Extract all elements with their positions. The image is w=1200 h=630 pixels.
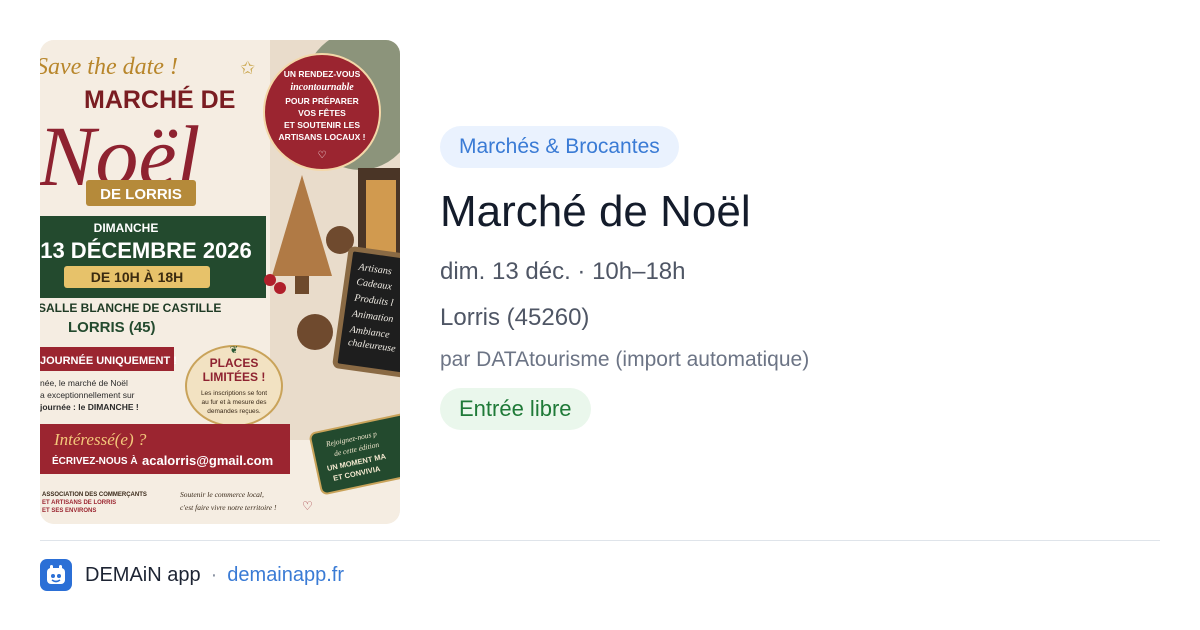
places-title-1: PLACES — [210, 356, 259, 370]
poster-dimanche: DIMANCHE — [94, 221, 159, 235]
holly-icon: ❦ — [230, 345, 238, 356]
poster-town: LORRIS (45) — [68, 319, 156, 336]
bubble-line-3: POUR PRÉPARER — [285, 96, 359, 106]
demain-logo-icon[interactable] — [40, 559, 72, 591]
heart-icon: ♡ — [318, 150, 327, 161]
poster-artwork: Save the date ! ✩ MARCHÉ DE Noël DE LORR… — [40, 40, 400, 524]
bubble-line-4: VOS FÊTES — [298, 107, 346, 118]
assoc-line-2: ET ARTISANS DE LORRIS — [42, 500, 116, 506]
bubble-line-6: ARTISANS LOCAUX ! — [279, 132, 366, 142]
app-name: DEMAiN app — [85, 563, 201, 586]
bubble-line-1: UN RENDEZ-VOUS — [284, 69, 361, 79]
poster-save-the-date: Save the date ! — [40, 54, 178, 80]
event-organizer: par DATAtourisme (import automatique) — [440, 348, 810, 371]
places-line-2: au fur et à mesure des — [201, 399, 267, 406]
poster-hours: DE 10H À 18H — [91, 269, 184, 285]
places-line-1: Les inscriptions se font — [201, 390, 267, 397]
event-location: Lorris (45260) — [440, 304, 590, 331]
footer: DEMAiN app · demainapp.fr — [40, 558, 344, 592]
poster-de-lorris: DE LORRIS — [100, 186, 182, 203]
heart-icon-2: ♡ — [302, 499, 313, 513]
event-poster-image[interactable]: Save the date ! ✩ MARCHÉ DE Noël DE LORR… — [40, 40, 400, 524]
event-title[interactable]: Marché de Noël — [440, 184, 1160, 240]
poster-date: 13 DÉCEMBRE 2026 — [40, 238, 252, 263]
event-datetime: dim. 13 déc. · 10h–18h — [440, 258, 686, 285]
note-line-3: journée : le DIMANCHE ! — [40, 402, 139, 412]
price-badge: Entrée libre — [440, 388, 591, 430]
bubble-line-2: incontournable — [290, 82, 354, 93]
slogan-line-1: Soutenir le commerce local, — [180, 490, 264, 499]
note-line-2: a exceptionnellement sur — [40, 390, 135, 400]
star-icon: ✩ — [240, 58, 255, 78]
bubble-line-5: ET SOUTENIR LES — [284, 120, 360, 130]
event-info: Marchés & Brocantes Marché de Noël dim. … — [440, 126, 1160, 430]
note-line-1: née, le marché de Noël — [40, 378, 128, 388]
footer-separator: · — [210, 563, 218, 586]
poster-venue: SALLE BLANCHE DE CASTILLE — [40, 301, 221, 315]
places-line-3: demandes reçues. — [207, 408, 261, 415]
category-badge[interactable]: Marchés & Brocantes — [440, 126, 679, 168]
app-url-link[interactable]: demainapp.fr — [227, 564, 344, 587]
footer-divider — [40, 540, 1160, 541]
poster-email: acalorris@gmail.com — [142, 453, 273, 468]
poster-journee: JOURNÉE UNIQUEMENT ! — [40, 354, 177, 367]
poster-ecrivez: ÉCRIVEZ-NOUS À — [52, 454, 138, 467]
poster-interesse: Intéressé(e) ? — [53, 430, 147, 449]
places-title-2: LIMITÉES ! — [203, 369, 266, 384]
slogan-line-2: c'est faire vivre notre territoire ! — [180, 503, 277, 512]
assoc-line-3: ET SES ENVIRONS — [42, 508, 96, 514]
assoc-line-1: ASSOCIATION DES COMMERÇANTS — [42, 492, 147, 498]
